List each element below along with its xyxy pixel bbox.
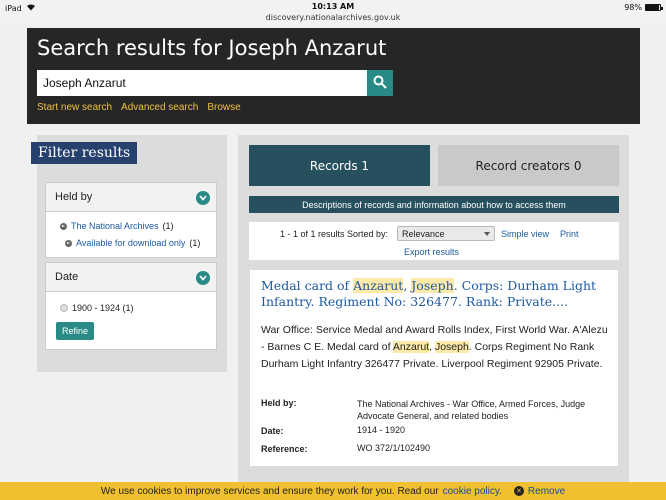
arrow-bullet-icon — [65, 239, 72, 247]
date-option-label: 1900 - 1924 (1) — [72, 303, 134, 313]
chevron-down-icon[interactable] — [196, 191, 210, 205]
page-title: Search results for Joseph Anzarut — [37, 36, 387, 60]
held-by-item-tna[interactable]: The National Archives (1) — [60, 221, 174, 231]
sort-select[interactable]: Relevance — [397, 226, 495, 241]
filter-results-heading: Filter results — [31, 142, 138, 164]
date-facet: Date 1900 - 1924 (1) Refine — [45, 262, 217, 350]
filter-sidebar: Filter results Held by The National Arch… — [31, 135, 227, 372]
date-option-1900-1924[interactable]: 1900 - 1924 (1) — [60, 303, 134, 313]
held-by-item-count: (1) — [189, 238, 201, 248]
remove-cookie-banner-link[interactable]: Remove — [528, 486, 565, 497]
results-count: 1 - 1 of 1 results Sorted by: — [280, 229, 389, 239]
ios-status-bar: iPad 10:13 AM discovery.nationalarchives… — [0, 0, 666, 24]
address-bar-url[interactable]: discovery.nationalarchives.gov.uk — [0, 13, 666, 22]
sort-toolbar: 1 - 1 of 1 results Sorted by: Relevance … — [249, 222, 619, 260]
start-new-search-link[interactable]: Start new search — [37, 102, 112, 113]
result-title-link[interactable]: Medal card of Anzarut, Joseph. Corps: Du… — [261, 278, 601, 310]
title-highlight: Joseph — [411, 278, 454, 293]
refine-button[interactable]: Refine — [56, 322, 95, 340]
battery-icon — [645, 4, 663, 11]
advanced-search-link[interactable]: Advanced search — [121, 102, 198, 113]
cookie-banner: We use cookies to improve services and e… — [0, 482, 666, 500]
search-input[interactable] — [37, 70, 367, 96]
held-by-item-download[interactable]: Available for download only (1) — [65, 238, 200, 248]
reference-meta-value: WO 372/1/102490 — [357, 443, 431, 453]
cookie-text: We use cookies to improve services and e… — [100, 485, 439, 497]
title-text: Medal card of — [261, 278, 354, 293]
reference-meta-label: Reference: — [261, 444, 308, 454]
held-by-label: Held by — [55, 191, 93, 203]
search-icon — [373, 74, 387, 93]
battery-percent: 98% — [624, 3, 642, 12]
results-panel: Records 1 Record creators 0 Descriptions… — [238, 135, 629, 500]
print-link[interactable]: Print — [560, 229, 579, 239]
title-highlight: Anzarut — [353, 278, 404, 293]
tab-records[interactable]: Records 1 — [249, 145, 430, 186]
held-by-meta-value: The National Archives - War Office, Arme… — [357, 399, 586, 421]
held-by-item-count: (1) — [162, 221, 174, 231]
export-results-link[interactable]: Export results — [404, 247, 459, 257]
cookie-policy-link[interactable]: cookie policy. — [443, 486, 502, 497]
browse-link[interactable]: Browse — [207, 102, 240, 113]
close-icon[interactable]: ✕ — [513, 486, 524, 496]
tab-record-creators[interactable]: Record creators 0 — [438, 145, 619, 186]
radio-button[interactable] — [60, 304, 68, 312]
held-by-meta-label: Held by: — [261, 398, 297, 408]
desc-highlight: Joseph — [434, 341, 469, 353]
search-button[interactable] — [367, 70, 393, 96]
arrow-bullet-icon — [60, 222, 67, 230]
held-by-item-label[interactable]: The National Archives — [71, 221, 159, 231]
result-description: War Office: Service Medal and Award Roll… — [261, 322, 611, 373]
search-header: Search results for Joseph Anzarut Start … — [27, 28, 640, 124]
held-by-facet: Held by The National Archives (1) Availa… — [45, 182, 217, 258]
chevron-down-icon[interactable] — [196, 271, 210, 285]
description-bar: Descriptions of records and information … — [249, 196, 619, 213]
date-meta-value: 1914 - 1920 — [357, 425, 406, 435]
date-meta-label: Date: — [261, 426, 284, 436]
clock: 10:13 AM — [311, 2, 355, 11]
held-by-item-label[interactable]: Available for download only — [76, 238, 185, 248]
result-card: Medal card of Anzarut, Joseph. Corps: Du… — [249, 269, 619, 467]
held-by-header[interactable]: Held by — [46, 183, 216, 212]
date-header[interactable]: Date — [46, 263, 216, 292]
date-label: Date — [55, 271, 79, 283]
simple-view-link[interactable]: Simple view — [501, 229, 549, 239]
desc-highlight: Anzarut — [392, 341, 430, 353]
header-links: Start new search Advanced search Browse — [37, 102, 241, 113]
status-right: 98% — [624, 3, 663, 12]
